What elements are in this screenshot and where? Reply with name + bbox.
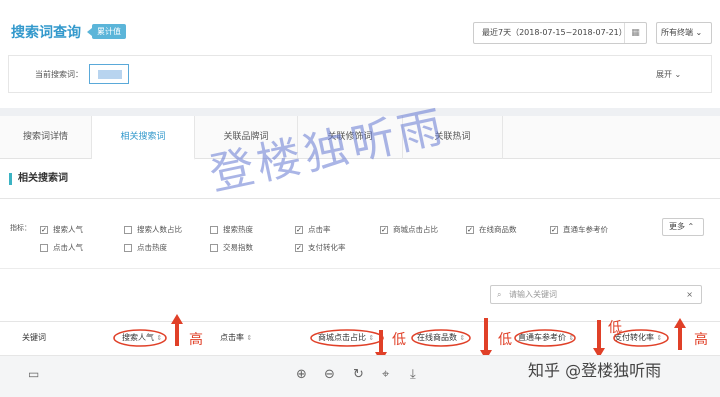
up-arrow <box>171 314 183 346</box>
annotation-ellipse <box>613 329 669 347</box>
rotate-icon[interactable]: ↻ <box>353 367 364 382</box>
download-icon[interactable]: ⤓ <box>410 367 416 382</box>
down-arrow <box>480 318 492 360</box>
fit-icon[interactable]: ⌖ <box>382 367 389 382</box>
annotation-ellipse <box>113 329 167 347</box>
down-arrow <box>593 320 605 358</box>
annotation-high: 高 <box>189 332 203 348</box>
panel-icon[interactable]: ▭ <box>28 367 39 381</box>
zoom-out-icon[interactable]: ⊖ <box>324 367 335 382</box>
up-arrow <box>674 318 686 350</box>
annotation-low: 低 <box>608 320 622 336</box>
annotation-low: 低 <box>498 332 512 348</box>
annotation-ellipse <box>411 329 471 347</box>
zoom-in-icon[interactable]: ⊕ <box>296 367 307 382</box>
annotation-ellipse <box>514 329 576 347</box>
annotation-overlay <box>113 314 686 362</box>
annotation-ellipse <box>310 329 384 347</box>
annotation-low: 低 <box>392 332 406 348</box>
annotation-high: 高 <box>694 332 708 348</box>
credit-text: 知乎 @登楼独听雨 <box>528 361 662 380</box>
